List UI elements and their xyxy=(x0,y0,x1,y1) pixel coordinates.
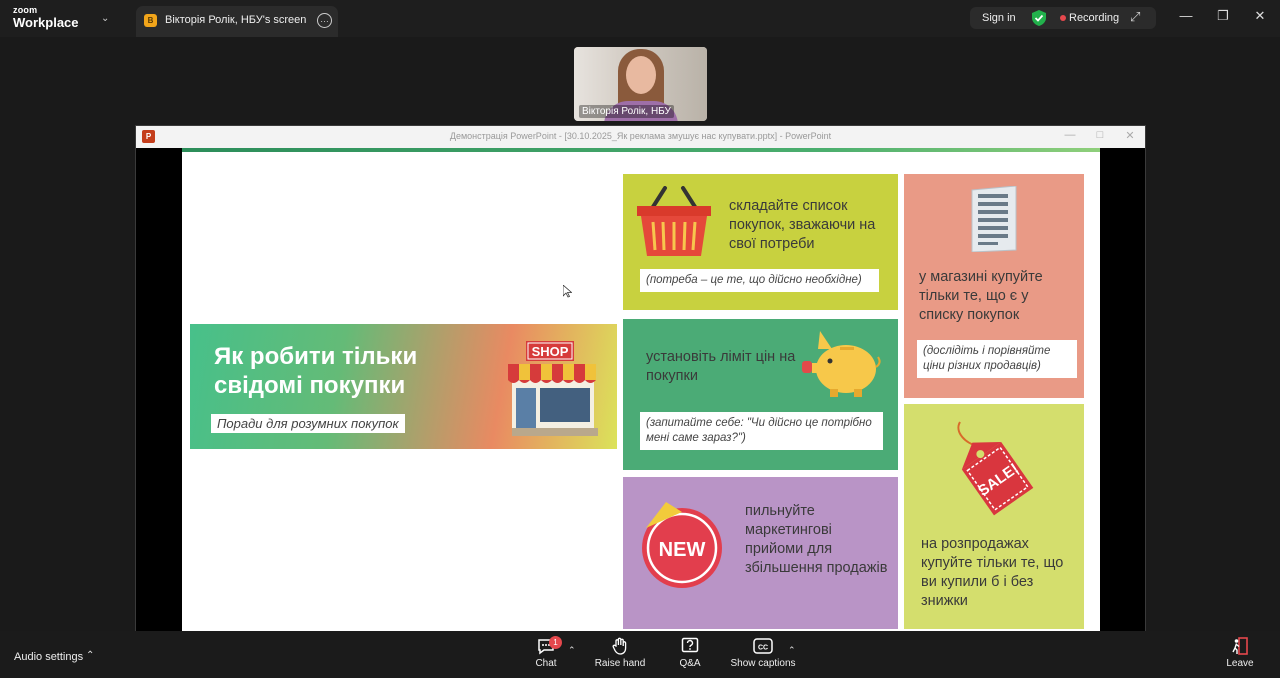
question-icon xyxy=(681,637,699,653)
tip4-text: у магазині купуйте тільки те, що є у спи… xyxy=(919,269,1043,323)
brand-bottom: Workplace xyxy=(13,15,79,30)
slide-top-line xyxy=(182,148,1100,152)
video-person-face xyxy=(626,56,656,94)
leave-label: Leave xyxy=(1226,658,1254,669)
slide: Як робити тільки свідомі покупки Поради … xyxy=(182,148,1100,634)
more-options-icon[interactable]: … xyxy=(317,13,332,28)
qa-label: Q&A xyxy=(679,658,701,669)
mouse-cursor-icon xyxy=(562,284,573,303)
tab-avatar-badge: В xyxy=(144,14,157,27)
qa-button[interactable]: Q&A xyxy=(676,637,704,669)
meeting-controls-bar: Audio settings ⌃ 1 Chat ⌃ Raise hand Q&A… xyxy=(0,631,1280,678)
shield-check-icon[interactable] xyxy=(1032,10,1046,31)
tab-title: Вікторія Ролік, НБУ's screen xyxy=(165,14,307,26)
tip-card-store-list: у магазині купуйте тільки те, що є у спи… xyxy=(904,174,1084,398)
title-bar: zoom Workplace ⌄ В Вікторія Ролік, НБУ's… xyxy=(0,0,1280,37)
chevron-up-icon[interactable]: ⌃ xyxy=(86,650,94,661)
chat-chevron-up-icon[interactable]: ⌃ xyxy=(568,645,576,656)
tip-card-price-limit: установіть ліміт цін на покупки (запитай… xyxy=(623,319,898,470)
audio-settings-button[interactable]: Audio settings xyxy=(14,651,83,663)
sale-tag-icon: SALE! xyxy=(952,418,1044,523)
powerpoint-caption: Демонстрація PowerPoint - [30.10.2025_Як… xyxy=(449,131,832,141)
captions-chevron-up-icon[interactable]: ⌃ xyxy=(788,645,796,656)
show-captions-label: Show captions xyxy=(730,658,796,669)
tip3-text: пильнуйте маркетингові прийоми для збіль… xyxy=(745,503,888,576)
new-badge-icon: NEW xyxy=(638,500,726,595)
screen-share-tab[interactable]: В Вікторія Ролік, НБУ's screen … xyxy=(136,6,338,37)
close-icon[interactable]: ✕ xyxy=(1250,8,1270,24)
piggy-bank-icon xyxy=(800,325,882,404)
minimize-icon[interactable]: — xyxy=(1176,8,1196,23)
recording-label[interactable]: Recording xyxy=(1069,12,1119,24)
chat-button[interactable]: 1 Chat xyxy=(530,636,562,669)
expand-icon[interactable]: ⤢ xyxy=(1130,9,1140,25)
zoom-logo: zoom Workplace xyxy=(13,5,79,30)
new-badge-text: NEW xyxy=(659,539,706,561)
tip1-note: (потреба – це те, що дійсно необхідне) xyxy=(640,269,879,292)
recording-dot-icon xyxy=(1060,15,1066,21)
restore-icon[interactable]: ❐ xyxy=(1213,8,1233,24)
tip2-note: (запитайте себе: "Чи дійсно це потрібно … xyxy=(640,412,883,450)
hero-title: Як робити тільки свідомі покупки xyxy=(214,343,418,399)
chat-label: Chat xyxy=(535,658,557,669)
tip-card-shopping-list: складайте список покупок, зважаючи на св… xyxy=(623,174,898,310)
participant-video[interactable]: Вікторія Ролік, НБУ xyxy=(574,47,707,121)
chevron-down-icon[interactable]: ⌄ xyxy=(101,13,109,24)
shopping-basket-icon xyxy=(635,186,713,265)
svg-text:CC: CC xyxy=(758,645,768,652)
ppt-maximize-icon[interactable]: □ xyxy=(1093,129,1107,141)
hero-banner: Як робити тільки свідомі покупки Поради … xyxy=(190,324,617,449)
tip1-text: складайте список покупок, зважаючи на св… xyxy=(729,198,876,252)
tip5-text: на розпродажах купуйте тільки те, що ви … xyxy=(921,536,1064,609)
receipt-icon xyxy=(968,185,1020,257)
status-pill: Sign in Recording ⤢ xyxy=(970,7,1156,29)
tip2-text: установіть ліміт цін на покупки xyxy=(646,349,796,384)
powerpoint-window: P Демонстрація PowerPoint - [30.10.2025_… xyxy=(135,125,1146,635)
chat-unread-badge: 1 xyxy=(549,636,562,649)
hero-subtitle: Поради для розумних покупок xyxy=(211,414,405,433)
leave-button[interactable]: Leave xyxy=(1222,637,1258,669)
captions-icon: CC xyxy=(753,638,773,654)
tip4-note: (дослідіть і порівняйте ціни різних прод… xyxy=(917,340,1077,378)
tip-card-sales: SALE! на розпродажах купуйте тільки те, … xyxy=(904,404,1084,629)
brand-top: zoom xyxy=(13,5,38,15)
raise-hand-label: Raise hand xyxy=(594,658,646,669)
leave-icon xyxy=(1232,637,1248,655)
hand-icon xyxy=(612,637,627,655)
participant-name: Вікторія Ролік, НБУ xyxy=(579,105,674,118)
ppt-close-icon[interactable]: ✕ xyxy=(1123,129,1137,142)
raise-hand-button[interactable]: Raise hand xyxy=(592,637,648,669)
powerpoint-title-bar: P Демонстрація PowerPoint - [30.10.2025_… xyxy=(136,126,1145,148)
shop-storefront-icon: SHOP xyxy=(506,340,600,440)
ppt-minimize-icon[interactable]: — xyxy=(1063,129,1077,141)
sign-in-button[interactable]: Sign in xyxy=(982,12,1016,24)
tip-card-marketing: NEW пильнуйте маркетингові прийоми для з… xyxy=(623,477,898,629)
shop-sign-text: SHOP xyxy=(532,344,569,359)
